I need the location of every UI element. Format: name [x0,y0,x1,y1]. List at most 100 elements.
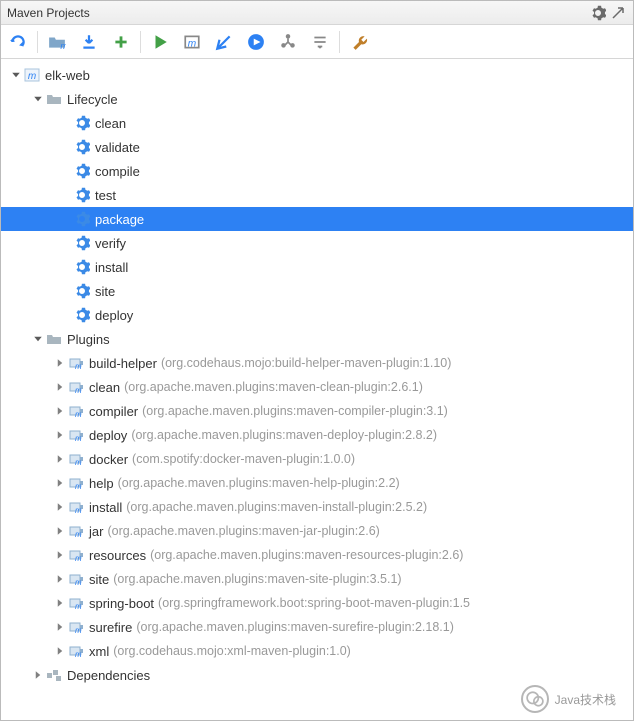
tree-node-plugins[interactable]: Plugins [1,327,633,351]
settings-button[interactable] [589,4,607,22]
expand-toggle[interactable] [53,620,67,634]
tree-node-goal[interactable]: test [1,183,633,207]
node-detail: (org.apache.maven.plugins:maven-help-plu… [118,476,400,490]
tree-node-plugin[interactable]: surefire (org.apache.maven.plugins:maven… [1,615,633,639]
tree-node-dependencies[interactable]: Dependencies [1,663,633,687]
tree-node-plugin[interactable]: compiler (org.apache.maven.plugins:maven… [1,399,633,423]
plugin-icon [67,546,85,564]
tree-node-plugin[interactable]: site (org.apache.maven.plugins:maven-sit… [1,567,633,591]
tree-node-goal[interactable]: verify [1,231,633,255]
node-detail: (org.apache.maven.plugins:maven-deploy-p… [131,428,437,442]
tree-node-plugin[interactable]: spring-boot (org.springframework.boot:sp… [1,591,633,615]
expand-toggle[interactable] [53,380,67,394]
node-label: xml [89,644,109,659]
node-label: spring-boot [89,596,154,611]
toggle-offline-button[interactable] [245,31,267,53]
expand-toggle[interactable] [53,428,67,442]
folder-icon [45,90,63,108]
tree-node-goal[interactable]: validate [1,135,633,159]
plugin-icon [67,642,85,660]
node-label: deploy [95,308,133,323]
node-detail: (org.apache.maven.plugins:maven-install-… [126,500,427,514]
toggle-skip-tests-button[interactable] [213,31,235,53]
execute-goal-button[interactable] [181,31,203,53]
refresh-button[interactable] [7,31,29,53]
expand-toggle[interactable] [53,356,67,370]
expand-toggle[interactable] [53,500,67,514]
separator [37,31,38,53]
tree-node-goal[interactable]: deploy [1,303,633,327]
gear-icon [73,114,91,132]
expand-toggle[interactable] [53,572,67,586]
gear-icon [73,210,91,228]
spacer [59,164,73,178]
expand-toggle[interactable] [53,548,67,562]
tree-node-plugin[interactable]: xml (org.codehaus.mojo:xml-maven-plugin:… [1,639,633,663]
tree-node-plugin[interactable]: install (org.apache.maven.plugins:maven-… [1,495,633,519]
maven-settings-button[interactable] [348,31,370,53]
plugin-icon [67,354,85,372]
node-label: install [95,260,128,275]
node-label: test [95,188,116,203]
generate-sources-button[interactable] [46,31,68,53]
tree-node-goal[interactable]: package [1,207,633,231]
gear-icon [73,258,91,276]
tree-node-project[interactable]: elk-web [1,63,633,87]
expand-toggle[interactable] [53,524,67,538]
expand-toggle[interactable] [31,668,45,682]
tree-node-plugin[interactable]: clean (org.apache.maven.plugins:maven-cl… [1,375,633,399]
gear-icon [73,186,91,204]
expand-toggle[interactable] [53,476,67,490]
hide-button[interactable] [609,4,627,22]
plugin-icon [67,594,85,612]
spacer [59,116,73,130]
expand-toggle[interactable] [53,596,67,610]
tree-node-plugin[interactable]: help (org.apache.maven.plugins:maven-hel… [1,471,633,495]
collapse-all-button[interactable] [309,31,331,53]
spacer [59,308,73,322]
show-dependencies-button[interactable] [277,31,299,53]
node-detail: (com.spotify:docker-maven-plugin:1.0.0) [132,452,355,466]
node-label: build-helper [89,356,157,371]
node-detail: (org.apache.maven.plugins:maven-site-plu… [113,572,401,586]
node-detail: (org.apache.maven.plugins:maven-resource… [150,548,463,562]
node-label: Lifecycle [67,92,118,107]
node-label: surefire [89,620,132,635]
tree-node-lifecycle[interactable]: Lifecycle [1,87,633,111]
node-label: package [95,212,144,227]
download-sources-button[interactable] [78,31,100,53]
spacer [59,188,73,202]
project-tree[interactable]: elk-web Lifecycle clean validate compile… [1,59,633,720]
tree-node-goal[interactable]: compile [1,159,633,183]
node-label: help [89,476,114,491]
tree-node-plugin[interactable]: deploy (org.apache.maven.plugins:maven-d… [1,423,633,447]
tree-node-goal[interactable]: clean [1,111,633,135]
watermark: Java技术栈 [521,685,616,713]
expand-toggle[interactable] [53,404,67,418]
tree-node-goal[interactable]: site [1,279,633,303]
tree-node-goal[interactable]: install [1,255,633,279]
gear-icon [73,282,91,300]
expand-toggle[interactable] [53,452,67,466]
gear-icon [73,306,91,324]
add-project-button[interactable] [110,31,132,53]
tree-node-plugin[interactable]: build-helper (org.codehaus.mojo:build-he… [1,351,633,375]
plugin-icon [67,402,85,420]
node-label: jar [89,524,103,539]
expand-toggle[interactable] [9,68,23,82]
plugin-icon [67,570,85,588]
expand-toggle[interactable] [31,92,45,106]
gear-icon [73,162,91,180]
plugin-icon [67,618,85,636]
tree-node-plugin[interactable]: jar (org.apache.maven.plugins:maven-jar-… [1,519,633,543]
tree-node-plugin[interactable]: docker (com.spotify:docker-maven-plugin:… [1,447,633,471]
panel-header: Maven Projects [1,1,633,25]
node-detail: (org.codehaus.mojo:build-helper-maven-pl… [161,356,451,370]
node-label: compile [95,164,140,179]
node-label: validate [95,140,140,155]
expand-toggle[interactable] [53,644,67,658]
spacer [59,236,73,250]
tree-node-plugin[interactable]: resources (org.apache.maven.plugins:mave… [1,543,633,567]
run-button[interactable] [149,31,171,53]
expand-toggle[interactable] [31,332,45,346]
